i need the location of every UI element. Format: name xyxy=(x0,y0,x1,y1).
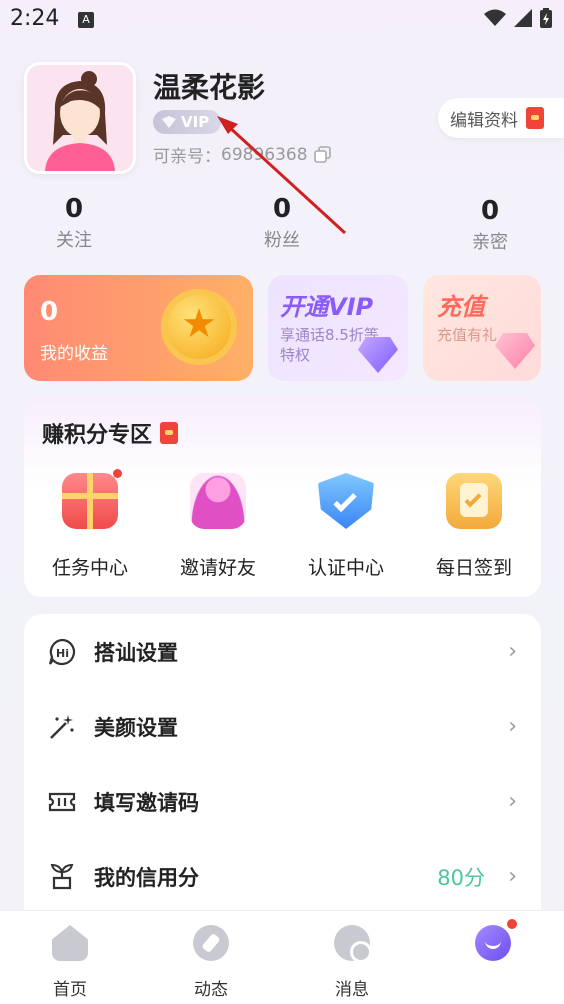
notification-dot xyxy=(505,917,519,931)
task-center-label: 任务中心 xyxy=(51,557,128,579)
invite-friends[interactable]: 邀请好友 xyxy=(158,473,278,580)
tab-home[interactable]: 首页 xyxy=(30,925,110,1000)
points-zone-title: 赚积分专区 xyxy=(42,417,179,449)
ticket-icon xyxy=(48,792,76,811)
points-zone: 赚积分专区 任务中心 邀请好友 认证中心 每日签到 xyxy=(24,397,541,597)
menu-item-label: 搭讪设置 xyxy=(94,640,178,665)
tab-home-label: 首页 xyxy=(53,980,87,1000)
menu-item-credit-score[interactable]: 我的信用分 80分 › xyxy=(24,839,541,914)
tab-messages-label: 消息 xyxy=(335,980,369,1000)
stat-intimacy-label: 亲密 xyxy=(472,232,508,253)
verification-center[interactable]: 认证中心 xyxy=(286,473,406,580)
menu-item-invite-code[interactable]: 填写邀请码 › xyxy=(24,764,541,839)
shield-check-icon xyxy=(318,473,374,529)
menu-item-label: 美颜设置 xyxy=(94,715,178,740)
earnings-card[interactable]: 0 我的收益 xyxy=(24,275,253,381)
stat-intimacy[interactable]: 0 亲密 xyxy=(440,196,540,254)
vip-card[interactable]: 开通VIP 享通话8.5折等特权 xyxy=(268,275,408,381)
credit-score-value: 80分 xyxy=(437,865,485,890)
chevron-right-icon: › xyxy=(508,789,517,814)
svg-text:Hi: Hi xyxy=(56,647,69,660)
bottom-tab-bar: 首页 动态 消息 xyxy=(0,910,564,1004)
stat-fans-label: 粉丝 xyxy=(264,230,300,251)
tab-profile[interactable] xyxy=(453,917,533,975)
daily-checkin-label: 每日签到 xyxy=(435,557,512,579)
tab-moments-label: 动态 xyxy=(194,980,228,1000)
checkin-icon xyxy=(446,473,502,529)
tab-messages[interactable]: 消息 xyxy=(312,925,392,1000)
recharge-card-subtitle: 充值有礼 xyxy=(437,326,498,344)
gift-icon xyxy=(62,469,122,529)
stat-intimacy-value: 0 xyxy=(480,196,500,226)
stat-fans[interactable]: 0 粉丝 xyxy=(232,194,332,252)
earnings-label: 我的收益 xyxy=(40,344,108,364)
stat-fans-value: 0 xyxy=(272,194,292,224)
chat-icon xyxy=(334,925,372,963)
recharge-card[interactable]: 充值 充值有礼 xyxy=(423,275,541,381)
vip-card-title: 开通VIP xyxy=(280,293,374,321)
notification-dot xyxy=(113,469,122,478)
sprout-icon xyxy=(50,863,74,889)
menu-item-label: 填写邀请码 xyxy=(94,790,199,815)
points-zone-title-text: 赚积分专区 xyxy=(42,423,153,448)
chevron-right-icon: › xyxy=(508,639,517,664)
compass-icon xyxy=(193,925,229,961)
chevron-right-icon: › xyxy=(508,714,517,739)
hi-chat-icon: Hi xyxy=(48,638,76,665)
red-envelope-icon xyxy=(160,422,179,444)
diamond-icon xyxy=(358,337,398,373)
menu-item-label: 我的信用分 xyxy=(94,865,199,890)
stat-following[interactable]: 0 关注 xyxy=(24,194,124,252)
coin-icon xyxy=(161,289,237,365)
pink-diamond-icon xyxy=(495,333,535,369)
profile-smile-icon xyxy=(475,917,519,961)
settings-menu: Hi 搭讪设置 › 美颜设置 › 填写邀请码 › 我的信用分 80分 › xyxy=(24,614,541,934)
home-icon xyxy=(52,925,88,961)
invite-friends-label: 邀请好友 xyxy=(179,557,256,579)
recharge-card-title: 充值 xyxy=(437,293,485,321)
tab-moments[interactable]: 动态 xyxy=(171,925,251,1000)
stat-following-value: 0 xyxy=(64,194,84,224)
verification-center-label: 认证中心 xyxy=(307,557,384,579)
menu-item-greeting-settings[interactable]: Hi 搭讪设置 › xyxy=(24,614,541,689)
daily-checkin[interactable]: 每日签到 xyxy=(414,473,534,580)
stat-following-label: 关注 xyxy=(56,230,92,251)
chevron-right-icon: › xyxy=(508,864,517,889)
invite-icon xyxy=(190,473,246,529)
earnings-value: 0 xyxy=(40,297,59,327)
menu-item-beauty-settings[interactable]: 美颜设置 › xyxy=(24,689,541,764)
task-center[interactable]: 任务中心 xyxy=(30,469,150,580)
magic-wand-icon xyxy=(50,714,74,739)
